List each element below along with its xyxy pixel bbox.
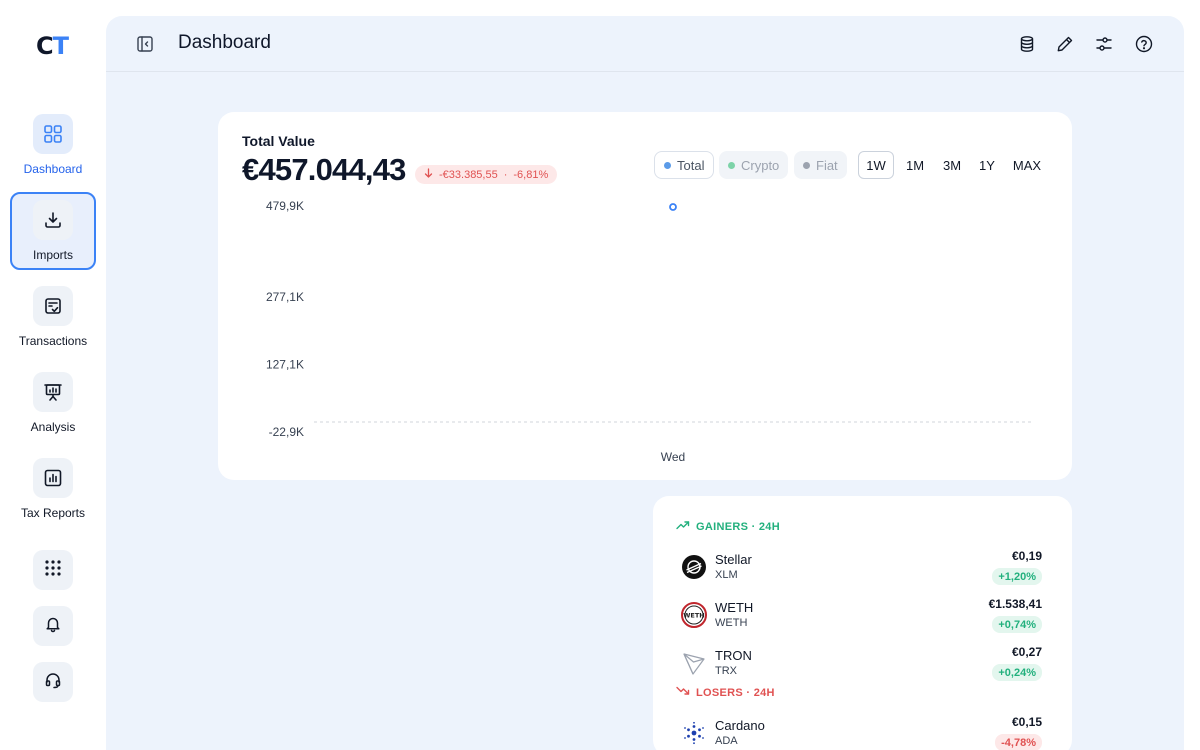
coin-price: €0,15 — [1011, 715, 1042, 729]
sidebar-item-dashboard[interactable]: Dashboard — [10, 108, 96, 186]
sidebar-item-label: Transactions — [18, 334, 88, 348]
total-value-card: Total Value €457.044,43 -€33.385,55 · -6… — [218, 112, 1072, 480]
y-tick-label: 479,9K — [266, 199, 304, 213]
support-button[interactable] — [33, 662, 73, 702]
legend-dot — [803, 161, 810, 169]
trend-up-icon — [676, 520, 690, 533]
coin-symbol: ADA — [715, 735, 738, 747]
coin-symbol: WETH — [715, 617, 748, 629]
gainer-row[interactable]: WETH WETH WETH €1.538,41 +0,74% — [681, 596, 1045, 636]
database-icon[interactable] — [1016, 33, 1038, 55]
coin-change: +0,74% — [992, 616, 1042, 633]
movers-card: GAINERS · 24H Stellar XLM €0,19 +1,20% W… — [653, 496, 1072, 750]
sidebar: CT Dashboard Imports Transactions Analys… — [0, 0, 106, 750]
coin-symbol: XLM — [715, 569, 738, 581]
notifications-button[interactable] — [33, 606, 73, 646]
cardano-icon — [681, 720, 707, 746]
page-title: Dashboard — [178, 32, 271, 53]
sidebar-item-transactions[interactable]: Transactions — [10, 280, 96, 358]
bell-icon — [44, 615, 62, 638]
gainer-row[interactable]: TRON TRX €0,27 +0,24% — [681, 644, 1045, 684]
value-chart[interactable]: 479,9K 277,1K 127,1K -22,9K Wed — [218, 192, 1072, 462]
coin-change: +1,20% — [992, 568, 1042, 585]
gainer-row[interactable]: Stellar XLM €0,19 +1,20% — [681, 548, 1045, 588]
range-1m-button[interactable]: 1M — [898, 151, 932, 179]
bar-chart-icon — [33, 458, 73, 498]
coin-name: TRON — [715, 648, 752, 663]
coin-price: €0,27 — [1011, 645, 1042, 659]
y-tick-label: 127,1K — [266, 358, 304, 372]
sidebar-item-label: Tax Reports — [20, 506, 86, 520]
main-content: Dashboard Total Value €457.044,43 -€33.3… — [106, 16, 1184, 750]
change-percent: -6,81% — [513, 168, 549, 181]
svg-text:WETH: WETH — [683, 612, 704, 620]
sidebar-item-label: Imports — [32, 248, 73, 262]
app-logo[interactable]: CT — [36, 32, 69, 60]
download-icon — [33, 200, 73, 240]
stellar-icon — [681, 554, 707, 580]
total-value-label: Total Value — [242, 133, 315, 149]
weth-icon: WETH — [681, 602, 707, 628]
tron-icon — [681, 650, 707, 676]
presentation-chart-icon — [33, 372, 73, 412]
losers-header: LOSERS · 24H — [676, 686, 775, 699]
coin-name: Stellar — [715, 552, 752, 567]
coin-price: €0,19 — [1011, 549, 1042, 563]
change-separator: · — [503, 168, 508, 181]
sidebar-item-label: Dashboard — [23, 162, 83, 176]
coin-name: Cardano — [715, 718, 765, 733]
top-bar: Dashboard — [106, 16, 1184, 72]
sidebar-collapse-icon[interactable] — [136, 35, 154, 53]
gainers-header: GAINERS · 24H — [676, 520, 780, 533]
coin-name: WETH — [715, 600, 754, 615]
range-3m-button[interactable]: 3M — [935, 151, 969, 179]
total-change-badge: -€33.385,55 · -6,81% — [415, 165, 558, 184]
range-max-button[interactable]: MAX — [1008, 151, 1046, 179]
headset-icon — [44, 671, 62, 694]
trend-down-icon — [676, 686, 690, 699]
legend-dot — [728, 161, 735, 169]
x-tick-label: Wed — [661, 450, 685, 462]
apps-button[interactable] — [33, 550, 73, 590]
legend-fiat-toggle[interactable]: Fiat — [794, 151, 847, 179]
legend-label: Crypto — [741, 157, 780, 173]
receipt-check-icon — [33, 286, 73, 326]
losers-title: LOSERS · 24H — [696, 686, 775, 699]
coin-price: €1.538,41 — [988, 597, 1042, 611]
coin-symbol: TRX — [715, 665, 737, 677]
coin-change: +0,24% — [992, 664, 1042, 681]
y-tick-label: 277,1K — [266, 290, 304, 304]
chart-point-total — [669, 203, 677, 211]
coin-change: -4,78% — [995, 734, 1042, 750]
sidebar-item-imports[interactable]: Imports — [10, 192, 96, 270]
arrow-down-icon — [424, 168, 433, 181]
pencil-icon[interactable] — [1054, 33, 1076, 55]
loser-row[interactable]: Cardano ADA €0,15 -4,78% — [681, 714, 1045, 750]
legend-dot — [664, 161, 671, 169]
legend-label: Total — [677, 157, 705, 173]
change-amount: -€33.385,55 — [439, 168, 498, 181]
legend-crypto-toggle[interactable]: Crypto — [719, 151, 789, 179]
y-tick-label: -22,9K — [269, 425, 304, 439]
total-value-amount: €457.044,43 — [242, 152, 406, 187]
sliders-icon[interactable] — [1093, 33, 1115, 55]
range-1y-button[interactable]: 1Y — [971, 151, 1003, 179]
legend-label: Fiat — [816, 157, 838, 173]
help-icon[interactable] — [1133, 33, 1155, 55]
grid-icon — [33, 114, 73, 154]
apps-grid-icon — [44, 559, 62, 582]
legend-total-toggle[interactable]: Total — [654, 151, 715, 179]
sidebar-item-tax-reports[interactable]: Tax Reports — [10, 452, 96, 530]
gainers-title: GAINERS · 24H — [696, 520, 780, 533]
sidebar-item-analysis[interactable]: Analysis — [10, 366, 96, 444]
sidebar-item-label: Analysis — [30, 420, 76, 434]
range-1w-button[interactable]: 1W — [858, 151, 894, 179]
